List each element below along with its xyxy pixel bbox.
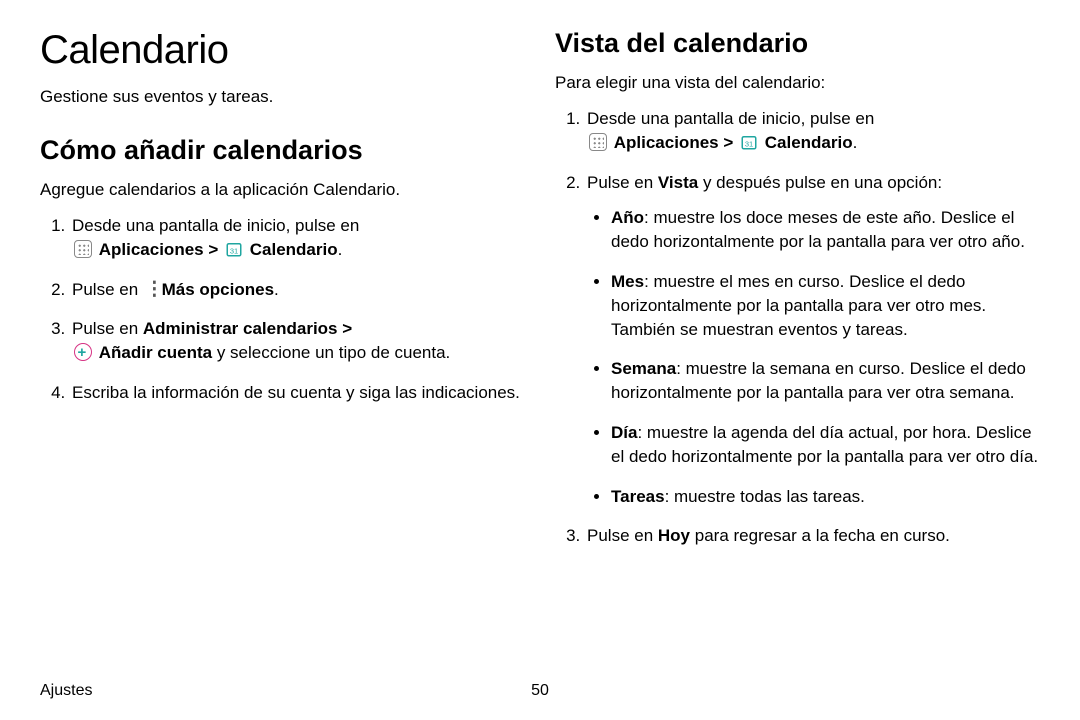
- list-item: Semana: muestre la semana en curso. Desl…: [611, 357, 1040, 405]
- footer-section: Ajustes: [40, 682, 92, 699]
- add-account-icon: [74, 343, 92, 361]
- footer-page-number: 50: [531, 682, 549, 700]
- step-text: Desde una pantalla de inicio, pulse en: [587, 109, 874, 128]
- option-desc: : muestre la agenda del día actual, por …: [611, 423, 1038, 466]
- step-item: Pulse en Más opciones.: [70, 278, 525, 302]
- page-title: Calendario: [40, 28, 525, 73]
- list-item: Tareas: muestre todas las tareas.: [611, 485, 1040, 509]
- section-lead-view: Para elegir una vista del calendario:: [555, 73, 1040, 93]
- more-options-icon: [145, 280, 155, 298]
- step-item: Pulse en Hoy para regresar a la fecha en…: [585, 524, 1040, 548]
- period: .: [853, 133, 858, 152]
- left-column: Calendario Gestione sus eventos y tareas…: [40, 28, 525, 564]
- step-text: y seleccione un tipo de cuenta.: [217, 343, 450, 362]
- right-column: Vista del calendario Para elegir una vis…: [555, 28, 1040, 564]
- chevron-icon: >: [208, 238, 218, 262]
- step-text: Pulse en: [587, 526, 658, 545]
- list-item: Año: muestre los doce meses de este año.…: [611, 206, 1040, 254]
- step-text: Desde una pantalla de inicio, pulse en: [72, 216, 359, 235]
- option-desc: : muestre el mes en curso. Deslice el de…: [611, 272, 986, 339]
- step-text: Pulse en: [72, 319, 143, 338]
- period: .: [338, 240, 343, 259]
- step-item: Desde una pantalla de inicio, pulse en A…: [585, 107, 1040, 155]
- option-title: Año: [611, 208, 644, 227]
- option-desc: : muestre todas las tareas.: [665, 487, 865, 506]
- chevron-icon: >: [723, 131, 733, 155]
- manage-calendars-label: Administrar calendarios: [143, 319, 338, 338]
- option-title: Mes: [611, 272, 644, 291]
- step-item: Desde una pantalla de inicio, pulse en A…: [70, 214, 525, 262]
- calendar-icon: 31: [740, 133, 758, 151]
- step-text: para regresar a la fecha en curso.: [695, 526, 950, 545]
- add-account-label: Añadir cuenta: [99, 343, 212, 362]
- apps-label: Aplicaciones: [614, 133, 719, 152]
- step-text: Escriba la información de su cuenta y si…: [72, 383, 520, 402]
- step-text: y después pulse en una opción:: [703, 173, 942, 192]
- option-title: Tareas: [611, 487, 665, 506]
- view-options-list: Año: muestre los doce meses de este año.…: [587, 206, 1040, 508]
- section-heading-view: Vista del calendario: [555, 28, 1040, 59]
- steps-view: Desde una pantalla de inicio, pulse en A…: [555, 107, 1040, 548]
- today-label: Hoy: [658, 526, 690, 545]
- step-item: Pulse en Administrar calendarios > Añadi…: [70, 317, 525, 365]
- page-footer: Ajustes 50: [40, 682, 1040, 700]
- apps-icon: [74, 240, 92, 258]
- step-text: Pulse en: [72, 280, 143, 299]
- view-label: Vista: [658, 173, 698, 192]
- calendar-label: Calendario: [250, 240, 338, 259]
- calendar-label: Calendario: [765, 133, 853, 152]
- apps-label: Aplicaciones: [99, 240, 204, 259]
- apps-icon: [589, 133, 607, 151]
- option-title: Semana: [611, 359, 676, 378]
- section-heading-add: Cómo añadir calendarios: [40, 135, 525, 166]
- list-item: Mes: muestre el mes en curso. Deslice el…: [611, 270, 1040, 341]
- step-text: Pulse en: [587, 173, 658, 192]
- period: .: [274, 280, 279, 299]
- option-title: Día: [611, 423, 637, 442]
- option-desc: : muestre los doce meses de este año. De…: [611, 208, 1025, 251]
- calendar-icon: 31: [225, 240, 243, 258]
- chevron-icon: >: [342, 317, 352, 341]
- svg-text:31: 31: [230, 246, 238, 255]
- step-item: Pulse en Vista y después pulse en una op…: [585, 171, 1040, 509]
- section-lead-add: Agregue calendarios a la aplicación Cale…: [40, 180, 525, 200]
- step-item: Escriba la información de su cuenta y si…: [70, 381, 525, 405]
- list-item: Día: muestre la agenda del día actual, p…: [611, 421, 1040, 469]
- more-options-label: Más opciones: [162, 280, 274, 299]
- intro-text: Gestione sus eventos y tareas.: [40, 87, 525, 107]
- steps-add: Desde una pantalla de inicio, pulse en A…: [40, 214, 525, 405]
- svg-text:31: 31: [745, 139, 753, 148]
